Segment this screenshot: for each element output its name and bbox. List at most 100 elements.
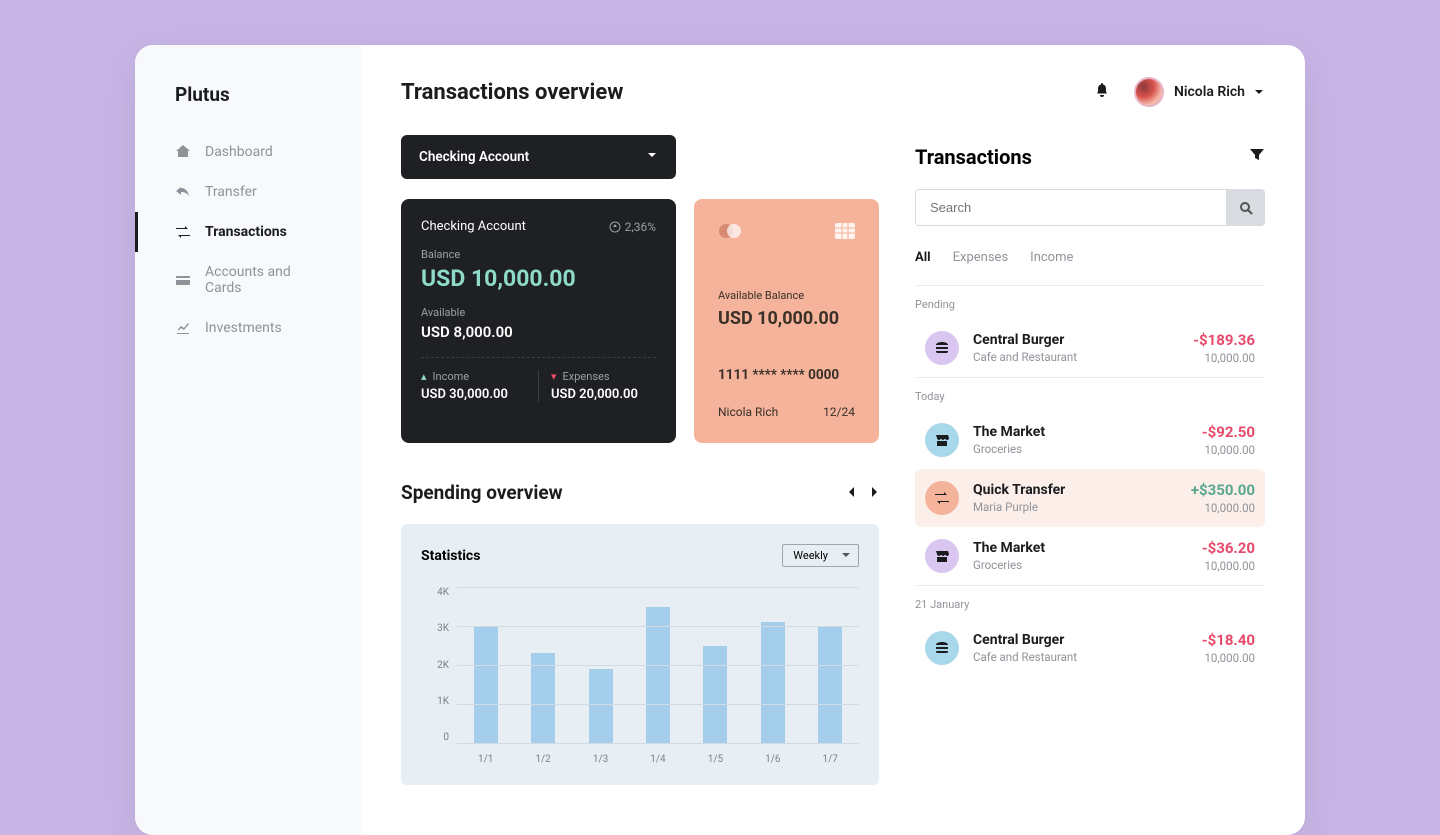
transaction-row[interactable]: The MarketGroceries -$92.5010,000.00 [915, 411, 1265, 469]
transaction-row[interactable]: The MarketGroceries -$36.2010,000.00 [915, 527, 1265, 585]
account-selector-label: Checking Account [419, 149, 529, 165]
bar [531, 653, 555, 743]
cards-icon [175, 272, 191, 288]
group-today: Today [915, 390, 1265, 403]
topbar: Transactions overview Nicola Rich [401, 77, 1265, 107]
nav-label: Transfer [205, 184, 257, 200]
expenses-value: USD 20,000.00 [551, 387, 656, 402]
tx-balance: 10,000.00 [1191, 501, 1255, 515]
group-jan21: 21 January [915, 598, 1265, 611]
app-window: Plutus Dashboard Transfer Transactions A… [135, 45, 1305, 835]
sidebar: Plutus Dashboard Transfer Transactions A… [135, 45, 361, 835]
transactions-panel: Transactions All Expenses Income Pending [915, 135, 1265, 785]
caret-up-icon: ▴ [421, 370, 427, 383]
tx-title: Central Burger [973, 632, 1202, 648]
mastercard-icon [718, 223, 744, 243]
income-value: USD 30,000.00 [421, 387, 526, 402]
exchange-icon [175, 224, 191, 240]
chevron-left-icon[interactable] [847, 483, 857, 502]
income-label: Income [433, 370, 470, 383]
nav-label: Transactions [205, 224, 287, 240]
card-holder: Nicola Rich [718, 405, 778, 419]
tx-amount: -$189.36 [1193, 331, 1255, 349]
burger-icon [925, 331, 959, 365]
transactions-title: Transactions [915, 145, 1032, 169]
credit-card: Available Balance USD 10,000.00 1111 ***… [694, 199, 879, 443]
nav-label: Investments [205, 320, 282, 336]
group-pending: Pending [915, 298, 1265, 311]
user-name: Nicola Rich [1174, 84, 1245, 100]
search-input[interactable] [915, 189, 1227, 226]
chevron-right-icon[interactable] [869, 483, 879, 502]
nav-label: Dashboard [205, 144, 273, 160]
bar [761, 622, 785, 743]
account-card: Checking Account 2,36% Balance USD 10,00… [401, 199, 676, 443]
tx-sub: Groceries [973, 558, 1202, 572]
page-title: Transactions overview [401, 80, 623, 105]
bell-icon[interactable] [1094, 82, 1110, 102]
chevron-down-icon [646, 149, 658, 165]
transaction-row[interactable]: Central Burger Cafe and Restaurant -$189.… [915, 319, 1265, 377]
nav-investments[interactable]: Investments [135, 308, 361, 348]
tx-amount: +$350.00 [1191, 481, 1255, 499]
tx-sub: Cafe and Restaurant [973, 650, 1202, 664]
tab-income[interactable]: Income [1030, 250, 1073, 265]
chip-icon [835, 223, 855, 243]
tx-title: Quick Transfer [973, 482, 1191, 498]
store-icon [925, 539, 959, 573]
reply-icon [175, 184, 191, 200]
available-value: USD 8,000.00 [421, 323, 656, 341]
period-select[interactable]: Weekly [782, 544, 859, 567]
tx-balance: 10,000.00 [1202, 443, 1255, 457]
tx-sub: Cafe and Restaurant [973, 350, 1193, 364]
bar [703, 646, 727, 744]
bar [589, 669, 613, 743]
user-area: Nicola Rich [1094, 77, 1265, 107]
stats-card: Statistics Weekly 4K3K2K1K0 1/11/21/31/4… [401, 524, 879, 785]
search-button[interactable] [1227, 189, 1265, 226]
avatar[interactable] [1134, 77, 1164, 107]
brand-logo: Plutus [135, 83, 361, 132]
tx-sub: Groceries [973, 442, 1202, 456]
transfer-icon [925, 481, 959, 515]
tx-amount: -$18.40 [1202, 631, 1255, 649]
account-selector[interactable]: Checking Account [401, 135, 676, 179]
home-icon [175, 144, 191, 160]
expenses-label: Expenses [563, 370, 610, 383]
tx-title: Central Burger [973, 332, 1193, 348]
bar [474, 626, 498, 743]
nav-transfer[interactable]: Transfer [135, 172, 361, 212]
filter-icon[interactable] [1249, 147, 1265, 167]
tx-balance: 10,000.00 [1193, 351, 1255, 365]
account-pct: 2,36% [609, 219, 656, 234]
tx-title: The Market [973, 540, 1202, 556]
balance-label: Balance [421, 248, 656, 261]
tab-all[interactable]: All [915, 250, 931, 265]
bar-chart: 4K3K2K1K0 1/11/21/31/41/51/61/7 [421, 587, 859, 765]
transaction-row[interactable]: Central Burger Cafe and Restaurant -$18.4… [915, 619, 1265, 677]
tab-expenses[interactable]: Expenses [953, 250, 1009, 265]
account-name: Checking Account [421, 219, 526, 234]
search-icon [1239, 201, 1253, 215]
spending-title: Spending overview [401, 481, 563, 504]
arrow-up-circle-icon [609, 221, 621, 233]
chevron-down-icon[interactable] [1253, 83, 1265, 102]
balance-value: USD 10,000.00 [421, 265, 656, 292]
nav-label: Accounts and Cards [205, 264, 321, 296]
tx-balance: 10,000.00 [1202, 651, 1255, 665]
left-column: Checking Account Checking Account 2,36% … [401, 135, 879, 785]
tx-amount: -$36.20 [1202, 539, 1255, 557]
nav-accounts[interactable]: Accounts and Cards [135, 252, 361, 308]
tx-amount: -$92.50 [1202, 423, 1255, 441]
card-number: 1111 **** **** 0000 [718, 367, 855, 383]
transaction-row[interactable]: Quick TransferMaria Purple +$350.0010,00… [915, 469, 1265, 527]
chart-icon [175, 320, 191, 336]
nav-dashboard[interactable]: Dashboard [135, 132, 361, 172]
nav-transactions[interactable]: Transactions [135, 212, 361, 252]
card-expiry: 12/24 [823, 405, 855, 419]
store-icon [925, 423, 959, 457]
bar [818, 626, 842, 743]
main-content: Transactions overview Nicola Rich Checki… [361, 45, 1305, 835]
burger-icon [925, 631, 959, 665]
card-balance: USD 10,000.00 [718, 308, 855, 329]
